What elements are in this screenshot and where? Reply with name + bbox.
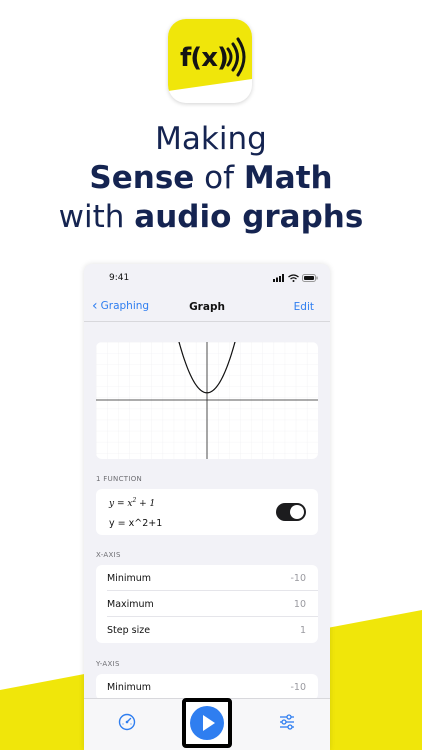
x-axis-header: X-AXIS <box>96 551 121 559</box>
function-text: y = x^2+1 <box>109 518 163 529</box>
sound-waves-icon <box>226 37 246 77</box>
toggle-knob <box>290 505 304 519</box>
edit-button[interactable]: Edit <box>294 301 314 313</box>
headline: Making Sense of Math with audio graphs <box>0 120 422 237</box>
x-axis-step-size-value[interactable]: 1 <box>300 625 306 636</box>
app-icon: f(x) <box>168 19 252 103</box>
status-icons <box>273 274 318 282</box>
function-equation: y = x2 + 1 <box>109 497 156 509</box>
headline-line-2: Sense of Math <box>89 160 333 196</box>
navigation-bar: ‹ Graphing Graph Edit <box>84 294 330 322</box>
sliders-icon[interactable] <box>278 713 296 731</box>
wifi-icon <box>288 274 299 282</box>
tab-bar <box>84 698 330 750</box>
functions-header: 1 FUNCTION <box>96 475 143 483</box>
x-axis-step-size-row[interactable]: Step size 1 <box>107 617 318 643</box>
x-axis-maximum-value[interactable]: 10 <box>294 599 306 610</box>
graph-plot <box>96 342 318 459</box>
x-axis-maximum-row[interactable]: Maximum 10 <box>107 591 318 617</box>
signal-icon <box>273 274 284 282</box>
y-axis-minimum-value[interactable]: -10 <box>290 682 306 693</box>
headline-line-1: Making <box>155 121 267 157</box>
y-axis-card: Minimum -10 <box>96 674 318 700</box>
play-button[interactable] <box>190 706 224 740</box>
function-card[interactable]: y = x2 + 1 y = x^2+1 <box>96 489 318 535</box>
x-axis-card: Minimum -10 Maximum 10 Step size 1 <box>96 565 318 643</box>
y-axis-minimum-row[interactable]: Minimum -10 <box>107 674 318 700</box>
play-icon <box>203 715 215 731</box>
status-bar: 9:41 <box>84 264 330 294</box>
function-visibility-toggle[interactable] <box>276 503 306 521</box>
graph-view[interactable] <box>96 342 318 459</box>
x-axis-minimum-row[interactable]: Minimum -10 <box>107 565 318 591</box>
x-axis-minimum-value[interactable]: -10 <box>290 573 306 584</box>
phone-screen: 9:41 ‹ Graphing Graph Edit 1 FUNCTION y … <box>84 264 330 750</box>
headline-line-3: with audio graphs <box>58 199 364 235</box>
y-axis-header: Y-AXIS <box>96 660 120 668</box>
battery-icon <box>302 274 318 282</box>
gauge-icon[interactable] <box>118 713 136 731</box>
play-button-frame <box>182 698 232 748</box>
status-time: 9:41 <box>109 273 130 283</box>
